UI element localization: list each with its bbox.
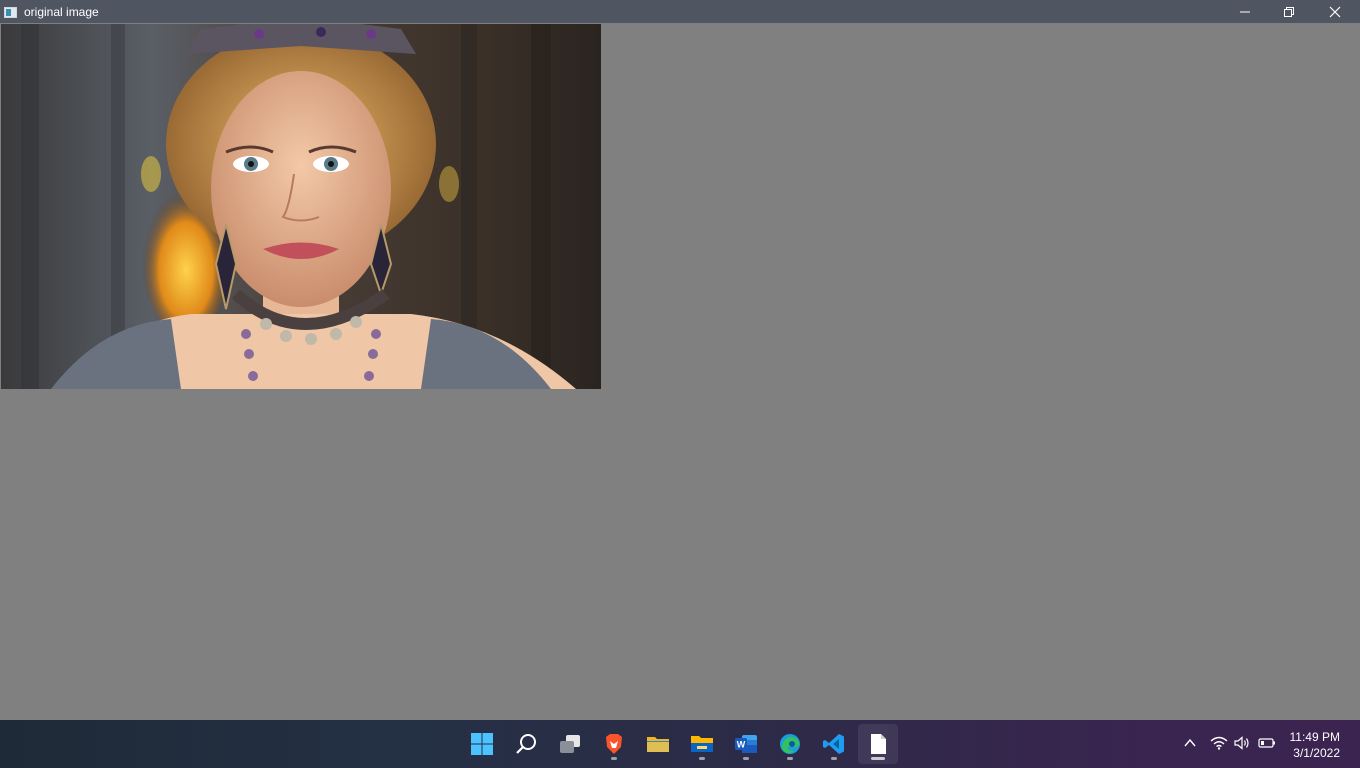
file-explorer-taskbar-button[interactable] (682, 724, 722, 764)
image-window-icon (4, 5, 17, 18)
close-button[interactable] (1312, 0, 1358, 23)
search-icon (516, 734, 536, 754)
vscode-icon (823, 734, 844, 754)
restore-icon (1284, 7, 1294, 17)
brave-browser-icon (606, 734, 622, 754)
word-icon: W (735, 735, 757, 753)
brave-taskbar-button[interactable] (594, 724, 634, 764)
search-button[interactable] (506, 724, 546, 764)
minimize-button[interactable] (1222, 0, 1268, 23)
file-explorer-icon (691, 736, 713, 752)
clock-time: 11:49 PM (1289, 730, 1340, 744)
start-button[interactable] (462, 724, 502, 764)
active-indicator (871, 757, 885, 760)
running-indicator (787, 757, 793, 760)
wifi-icon[interactable] (1210, 736, 1228, 755)
word-taskbar-button[interactable]: W (726, 724, 766, 764)
restore-button[interactable] (1266, 0, 1312, 23)
folder-taskbar-button[interactable] (638, 724, 678, 764)
svg-text:W: W (737, 740, 746, 750)
vscode-taskbar-button[interactable] (814, 724, 854, 764)
close-icon (1329, 6, 1341, 18)
task-view-icon (560, 735, 580, 753)
window-title: original image (24, 5, 99, 19)
taskbar-clock[interactable]: 11:49 PM 3/1/2022 (1290, 729, 1340, 761)
document-icon (871, 734, 886, 754)
image-viewer-area (0, 23, 1360, 720)
running-indicator (831, 757, 837, 760)
windows-start-icon (471, 733, 493, 755)
running-indicator (699, 757, 705, 760)
volume-icon[interactable] (1234, 736, 1252, 755)
taskbar: W 11:49 PM 3/1/2022 (0, 720, 1360, 768)
running-indicator (611, 757, 617, 760)
portrait-photo (1, 24, 601, 389)
running-indicator (743, 757, 749, 760)
image-window-taskbar-button[interactable] (858, 724, 898, 764)
folder-icon (647, 737, 669, 752)
clock-date: 3/1/2022 (1293, 746, 1340, 760)
battery-icon[interactable] (1258, 736, 1276, 755)
minimize-icon (1240, 11, 1250, 13)
window-title-bar[interactable]: original image (0, 0, 1360, 23)
edge-taskbar-button[interactable] (770, 724, 810, 764)
task-view-button[interactable] (550, 724, 590, 764)
edge-icon (780, 734, 800, 754)
chevron-up-icon[interactable] (1183, 736, 1197, 755)
